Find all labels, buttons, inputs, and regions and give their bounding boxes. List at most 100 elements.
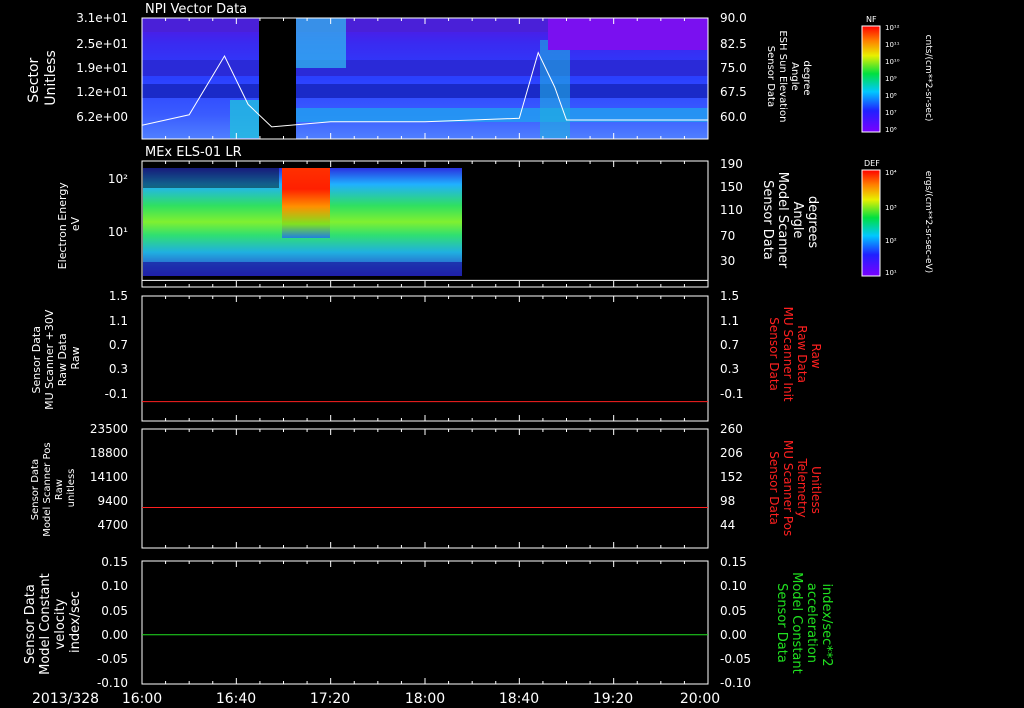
npi-data-gap (259, 18, 296, 139)
tick-label: 1.1 (720, 314, 739, 328)
axis-title-line: index/sec (68, 591, 83, 653)
tick-label: -0.05 (720, 652, 751, 666)
axis-title-line: Raw (69, 346, 82, 369)
axis-title-line: Angle (789, 62, 800, 90)
axis-title-30v-right: Sensor Data MU Scanner Init Raw Data Raw (767, 307, 823, 406)
npi-heatmap-band-mid (142, 60, 708, 76)
tick-label: 0.7 (109, 338, 128, 352)
colorbar-tick: 10¹ (885, 269, 897, 277)
tick-label: 1.1 (109, 314, 128, 328)
colorbar-units: ergs/(cm**2-sr-sec-eV) (923, 171, 933, 273)
axis-title-line: ESH Sun Elevation (777, 30, 788, 122)
x-tick-labels: 16:00 16:40 17:20 18:00 18:40 19:20 20:0… (122, 691, 720, 707)
axis-title-line: Telemetry (795, 457, 809, 517)
axis-title-line: acceleration (804, 583, 819, 663)
axis-title-npi-left: Sector Unitless (26, 50, 59, 106)
tick-label: -0.10 (97, 676, 128, 690)
colorbar-tick: 10¹⁰ (885, 58, 900, 66)
axis-title-line: Sector (26, 57, 42, 102)
axis-title-line: Angle (790, 201, 805, 238)
tick-label: 1.5 (109, 289, 128, 303)
axis-title-line: Raw Data (56, 333, 69, 386)
panel-scanner-pos-frame (141, 428, 709, 549)
colorbar-tick: 10¹¹ (885, 41, 900, 49)
tick-label: -0.1 (720, 387, 743, 401)
plot-canvas: NPI Vector Data MEx ELS-01 LR 3.1e+01 2.… (23, 2, 933, 707)
axis-title-line: index/sec**2 (819, 583, 834, 666)
tick-label: 1.9e+01 (76, 61, 128, 75)
line-series-layer (142, 401, 708, 636)
axis-title-line: Model Scanner (775, 172, 790, 269)
npi-heatmap-cyan-after-gap (296, 18, 346, 68)
panel-title-els: MEx ELS-01 LR (145, 145, 242, 160)
right-tick-labels: 90.0 82.5 75.0 67.5 60.0 190 150 110 70 … (720, 11, 751, 690)
panel-title-npi: NPI Vector Data (145, 2, 247, 17)
tick-label: 14100 (90, 470, 128, 484)
left-axis-titles: Sector Unitless Electron Energy eV Senso… (23, 50, 83, 675)
tick-label: 190 (720, 157, 743, 171)
els-heatmap-enhancement (282, 168, 330, 238)
axis-title-line: Unitless (43, 50, 59, 106)
right-axis-titles: Sensor Data ESH Sun Elevation Angle degr… (760, 30, 834, 678)
x-tick-label: 16:40 (216, 691, 256, 707)
tick-label: 1.5 (720, 289, 739, 303)
axis-title-line: Electron Energy (56, 182, 69, 270)
axis-title-line: degrees (805, 196, 820, 249)
date-label: 2013/328 (32, 691, 99, 707)
axis-title-line: Model Constant (38, 573, 53, 675)
axis-title-line: Sensor Data (760, 180, 775, 260)
panel-scanner-30v-frame (141, 295, 709, 422)
tick-label: 2.5e+01 (76, 37, 128, 51)
tick-label: 90.0 (720, 11, 747, 25)
tick-label: 70 (720, 229, 735, 243)
tick-label: 0.15 (720, 555, 747, 569)
axis-title-line: Sensor Data (774, 583, 789, 663)
tick-label: 0.05 (101, 604, 128, 618)
tick-label: 23500 (90, 422, 128, 436)
tick-label: 0.15 (101, 555, 128, 569)
colorbar-tick: 10³ (885, 204, 897, 212)
npi-heatmap-band-low (142, 84, 708, 98)
colorbar-tick: 10⁸ (885, 92, 897, 100)
tick-label: 0.00 (720, 628, 747, 642)
x-tick-label: 18:40 (499, 691, 539, 707)
axis-title-els-left: Electron Energy eV (56, 179, 82, 270)
axis-title-line: Sensor Data (767, 317, 781, 391)
colorbar-gradient (861, 25, 881, 133)
panel-model-constant-frame (141, 560, 709, 685)
axis-title-line: Raw (54, 479, 65, 500)
axis-title-line: MU Scanner Pos (781, 440, 795, 536)
axis-title-const-right: Sensor Data Model Constant acceleration … (774, 572, 834, 678)
colorbar-units: cnts/(cm**2-sr-sec) (923, 35, 933, 122)
panel-npi (141, 17, 709, 140)
axis-title-line: unitless (66, 469, 77, 508)
tick-label: 0.3 (720, 362, 739, 376)
axis-title-line: degree (801, 60, 812, 95)
tick-label: 82.5 (720, 37, 747, 51)
tick-label: 0.05 (720, 604, 747, 618)
axis-title-line: MU Scanner +30V (43, 309, 56, 410)
tick-label: 10² (108, 172, 128, 186)
axis-title-npi-right: Sensor Data ESH Sun Elevation Angle degr… (765, 30, 812, 125)
x-tick-label: 18:00 (405, 691, 445, 707)
axis-title-pos-right: Sensor Data MU Scanner Pos Telemetry Uni… (767, 440, 823, 540)
axis-title-line: Raw Data (795, 325, 809, 383)
axis-title-els-right: Sensor Data Model Scanner Angle degrees (760, 172, 820, 273)
axis-title-line: Model Scanner Pos (42, 442, 53, 536)
x-tick-label: 20:00 (680, 691, 720, 707)
tick-label: 150 (720, 180, 743, 194)
tick-label: 0.10 (720, 579, 747, 593)
tick-label: 152 (720, 470, 743, 484)
axis-title-line: Sensor Data (30, 459, 41, 520)
colorbar-nf: NF 10¹² 10¹¹ 10¹⁰ 10⁹ 10⁸ 10⁷ 10⁶ cnts/(… (861, 15, 933, 134)
x-tick-label: 19:20 (593, 691, 633, 707)
npi-heatmap-purple-corner (548, 18, 708, 50)
tick-label: 206 (720, 446, 743, 460)
colorbar-gradient (861, 169, 881, 277)
els-heatmap-noise-bottom (143, 262, 462, 276)
tick-label: 18800 (90, 446, 128, 460)
axis-title-line: eV (69, 216, 82, 231)
axis-title-line: Raw (809, 343, 823, 368)
tick-label: -0.05 (97, 652, 128, 666)
axis-title-line: Unitless (809, 466, 823, 514)
